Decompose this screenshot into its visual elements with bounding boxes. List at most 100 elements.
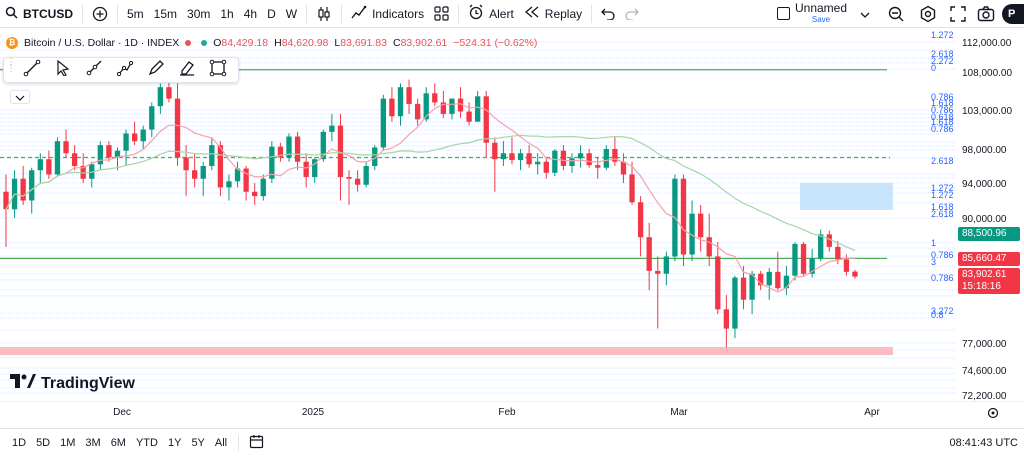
candle-body: [29, 170, 35, 201]
range-1d[interactable]: 1D: [7, 437, 31, 449]
collapse-legend-button[interactable]: [10, 90, 30, 104]
price-tick-label: 74,600.00: [962, 366, 1007, 377]
indicators-button[interactable]: Indicators: [346, 0, 429, 28]
candle-body: [303, 161, 309, 178]
ray-tool[interactable]: [78, 58, 109, 82]
timeframe-30m[interactable]: 30m: [182, 0, 215, 28]
chart-type-button[interactable]: [311, 0, 337, 28]
compare-symbol-button[interactable]: [87, 0, 113, 28]
candle-body: [397, 87, 404, 117]
quick-search-icon[interactable]: [887, 5, 905, 26]
candle-body: [20, 178, 26, 201]
candle-body: [843, 259, 850, 272]
candle-body: [106, 145, 112, 158]
indicators-label: Indicators: [372, 6, 425, 21]
range-5y[interactable]: 5Y: [186, 437, 209, 449]
redo-button[interactable]: [620, 0, 644, 28]
redo-icon: [625, 8, 640, 20]
rectangle-icon: [209, 59, 227, 82]
legend-open: O84,429.18: [213, 37, 268, 49]
timeframe-D[interactable]: D: [262, 0, 281, 28]
time-axis[interactable]: Dec 2025 Feb Mar Apr: [0, 402, 1024, 428]
candle-body: [637, 202, 644, 238]
bitcoin-logo-icon: ₿: [6, 37, 18, 49]
range-ytd[interactable]: YTD: [131, 437, 163, 449]
path-tool[interactable]: [109, 58, 140, 82]
range-5d[interactable]: 5D: [31, 437, 55, 449]
timeframe-4h[interactable]: 4h: [239, 0, 262, 28]
range-1m[interactable]: 1M: [55, 437, 80, 449]
fib-level-label: 1.272: [931, 30, 954, 40]
range-1y[interactable]: 1Y: [163, 437, 186, 449]
timeframe-W[interactable]: W: [281, 0, 302, 28]
symbol-legend: ₿ Bitcoin / U.S. Dollar · 1D · INDEX O84…: [6, 37, 537, 49]
timeframe-1h[interactable]: 1h: [215, 0, 238, 28]
cursor-tool[interactable]: [47, 58, 78, 82]
drawing-toolbar: ⋮ ⋮: [3, 57, 239, 83]
trend-line-tool[interactable]: [16, 58, 47, 82]
range-all[interactable]: All: [210, 437, 232, 449]
candle-body: [603, 149, 609, 168]
undo-icon: [601, 8, 615, 20]
candle-body: [663, 256, 669, 274]
indicators-icon: [351, 5, 367, 22]
candle-body: [131, 133, 138, 142]
rewind-icon: [524, 6, 540, 21]
layout-name-button[interactable]: Unnamed Save: [786, 2, 856, 25]
rectangle-tool[interactable]: [202, 58, 233, 82]
replay-button[interactable]: Replay: [519, 0, 587, 28]
cursor-arrow-icon: [56, 59, 70, 81]
candle-body: [174, 98, 181, 158]
settings-gear-icon[interactable]: [919, 5, 937, 26]
candle-body: [63, 141, 69, 154]
path-icon: [116, 59, 134, 82]
candle-body: [852, 271, 858, 277]
candle-body: [723, 309, 730, 329]
candle-body: [192, 170, 198, 179]
candle-body: [766, 271, 772, 286]
candle-body: [466, 111, 472, 122]
layout-menu-chevron-icon[interactable]: [860, 8, 870, 22]
profile-avatar[interactable]: P: [1002, 4, 1024, 24]
candle-body: [595, 165, 601, 168]
candle-body: [569, 158, 575, 166]
brush-tool[interactable]: [140, 58, 171, 82]
price-tick-label: 72,200.00: [962, 391, 1007, 402]
timeframe-5m[interactable]: 5m: [122, 0, 149, 28]
market-status-dot-icon: [185, 40, 192, 46]
alert-button[interactable]: Alert: [463, 0, 519, 28]
drag-handle-icon[interactable]: ⋮ ⋮: [4, 58, 16, 80]
last-price-value: 83,902.61: [962, 269, 1007, 280]
highlighter-tool[interactable]: [171, 58, 202, 82]
undo-button[interactable]: [596, 0, 620, 28]
symbol-search[interactable]: BTCUSD: [0, 0, 78, 28]
fullscreen-icon[interactable]: [949, 5, 967, 26]
fib-level-label: 0.786: [931, 273, 954, 283]
candle-body: [792, 243, 798, 276]
goto-date-button[interactable]: [245, 434, 268, 452]
trend-line-icon: [23, 59, 41, 82]
candle-body: [37, 159, 43, 171]
timeframe-15m[interactable]: 15m: [149, 0, 182, 28]
candle-body: [200, 166, 206, 179]
bottom-range-bar: 1D 5D 1M 3M 6M YTD 1Y 5Y All 08:41:43 UTC: [0, 428, 1024, 457]
range-6m[interactable]: 6M: [106, 437, 131, 449]
top-toolbar: BTCUSD 5m 15m 30m 1h 4h D W Indicators Alert R…: [0, 0, 1024, 28]
candle-body: [526, 153, 532, 165]
ma-short-line: [5, 103, 856, 293]
legend-high: H84,620.98: [274, 37, 328, 49]
price-tick-label: 112,000.00: [962, 38, 1012, 49]
save-status: Save: [811, 15, 831, 24]
candle-body: [380, 98, 386, 148]
candle-body: [706, 237, 712, 257]
fib-level-label: 1.272: [931, 190, 954, 200]
candle-body: [500, 153, 507, 160]
price-chart[interactable]: 112,000.00 108,000.00 103,000.00 98,000.00 9…: [0, 28, 1024, 402]
candle-body: [629, 174, 635, 203]
utc-clock[interactable]: 08:41:43 UTC: [950, 429, 1018, 457]
templates-button[interactable]: [429, 0, 454, 28]
range-3m[interactable]: 3M: [80, 437, 105, 449]
camera-icon[interactable]: [977, 5, 995, 26]
close-label: C: [392, 37, 401, 49]
candle-body: [123, 133, 129, 151]
